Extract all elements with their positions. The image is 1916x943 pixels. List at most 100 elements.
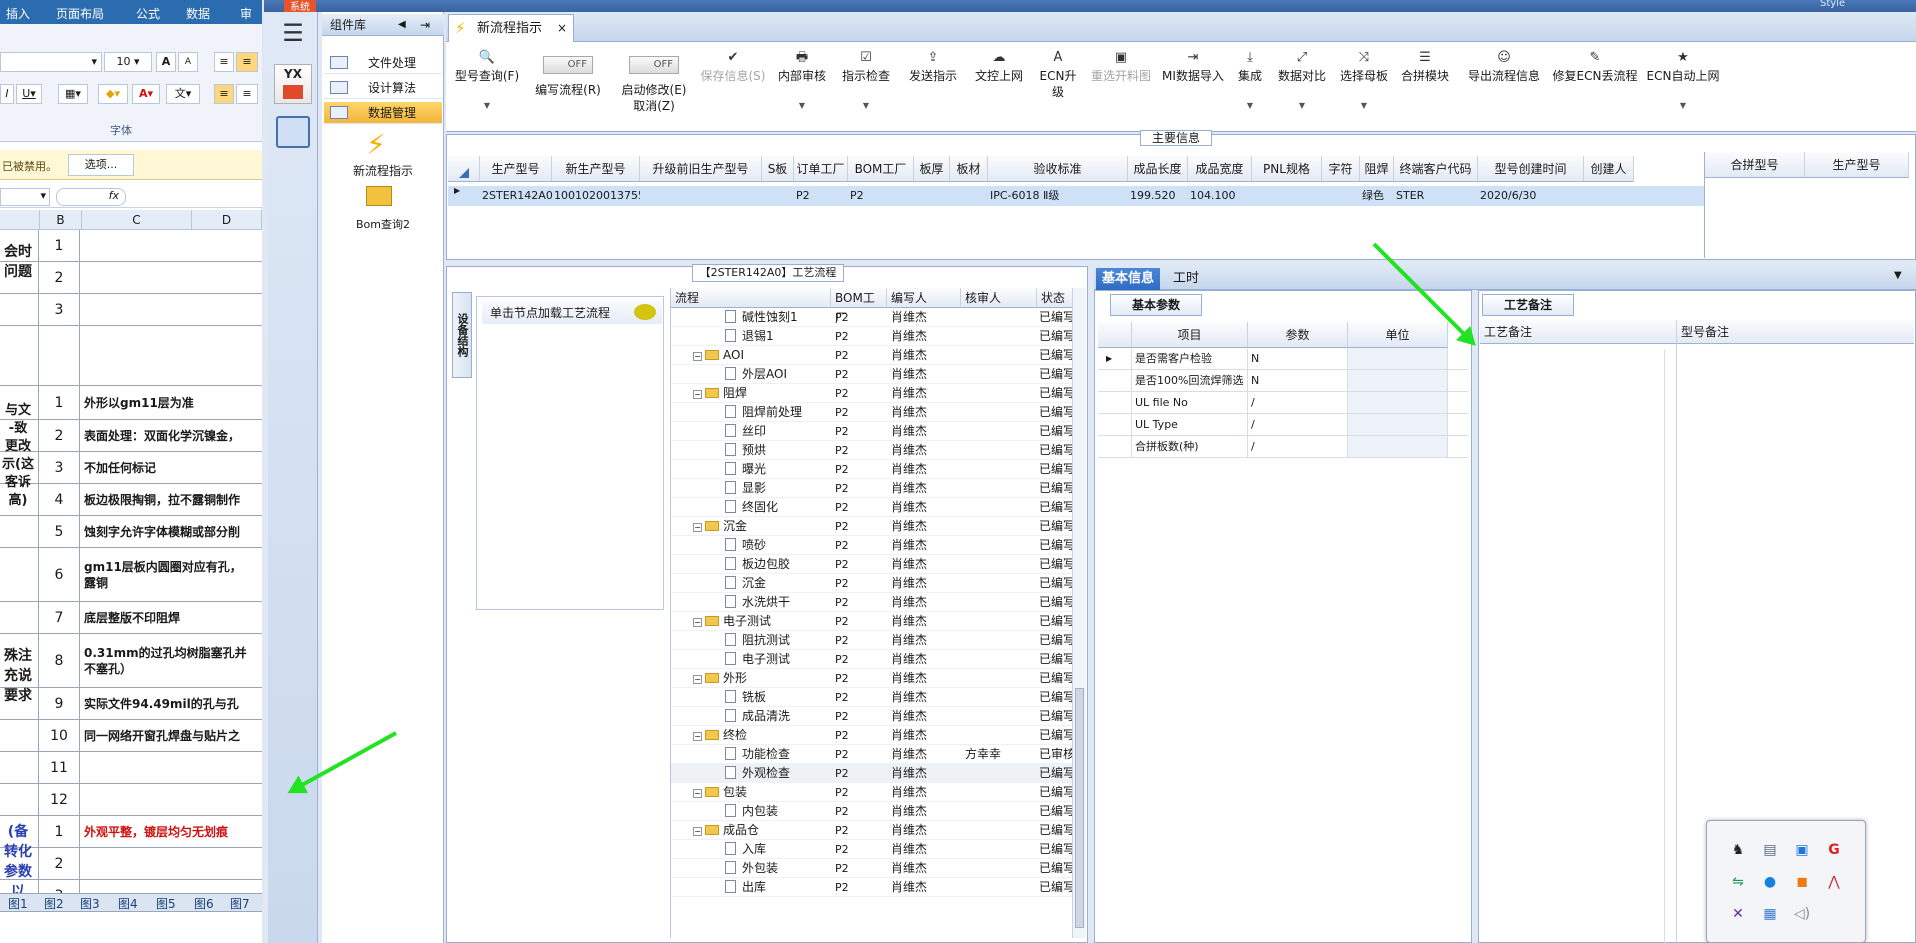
tab-basic-info[interactable]: 基本信息 — [1096, 268, 1160, 290]
toolbar-button[interactable]: ☰ 合拼模块 — [1396, 46, 1454, 132]
tree-node[interactable]: 出库 — [671, 878, 831, 897]
tree-node[interactable]: 丝印 — [671, 422, 831, 441]
toolbar-button[interactable]: ☑ 指示检查 ▼ — [834, 46, 898, 132]
cell-text[interactable]: 实际文件94.49mil的孔与孔 — [84, 688, 262, 719]
basic-param-row[interactable]: 合拼板数(种) / — [1098, 436, 1468, 458]
tab-hours[interactable]: 工时 — [1166, 268, 1206, 290]
param-unit[interactable] — [1348, 414, 1448, 435]
chevron-down-icon[interactable]: ▼ — [1894, 270, 1902, 281]
subtab-basic-params[interactable]: 基本参数 — [1110, 294, 1202, 316]
font-name-select[interactable]: ▾ — [0, 52, 102, 72]
tree-row[interactable]: 内包装 P2 肖维杰 已编写 — [671, 802, 1072, 821]
toolbar-button[interactable]: A ECN升级 — [1034, 46, 1082, 132]
tree-header-flow[interactable]: 流程 — [671, 288, 831, 308]
toolbar-button[interactable]: ⤓ 集成 ▼ — [1232, 46, 1268, 132]
component-file-processing[interactable]: 文件处理 — [324, 52, 442, 74]
cell-text[interactable] — [84, 784, 262, 815]
header-unit[interactable]: 单位 — [1348, 322, 1448, 348]
grid-cell[interactable] — [952, 186, 988, 206]
tree-node[interactable]: 显影 — [671, 479, 831, 498]
cell-text[interactable] — [84, 262, 262, 293]
grid-cell[interactable] — [642, 186, 762, 206]
excel-row[interactable]: 12 — [0, 784, 262, 816]
grid-header[interactable]: 成品长度 — [1128, 156, 1188, 182]
cell-text[interactable]: 外观平整，镀层均匀无划痕 — [84, 816, 262, 847]
tree-node[interactable]: 退锡1 — [671, 327, 831, 346]
grid-header[interactable]: 生产型号 — [480, 156, 552, 182]
param-value[interactable]: N — [1248, 348, 1348, 369]
toolbar-button[interactable]: ▣ 重选开料图 — [1086, 46, 1156, 132]
production-model-header[interactable]: 生产型号 — [1805, 152, 1909, 178]
cell-text[interactable]: 0.31mm的过孔均树脂塞孔并 不塞孔） — [84, 634, 262, 687]
cell-text[interactable] — [84, 294, 262, 325]
sheet-tab[interactable]: 图1 — [8, 895, 28, 912]
tree-row[interactable]: 终固化 P2 肖维杰 已编写 — [671, 498, 1072, 517]
tree-row[interactable]: 显影 P2 肖维杰 已编写 — [671, 479, 1072, 498]
grid-header[interactable]: 订单工厂 — [794, 156, 848, 182]
underline-button[interactable]: U▾ — [16, 84, 42, 104]
vertical-tab-equipment[interactable]: 设备结构 — [452, 292, 472, 378]
chevron-down-icon[interactable]: ▼ — [772, 98, 832, 114]
sheet-tab[interactable]: 图4 — [118, 895, 138, 912]
basic-param-row[interactable]: UL Type / — [1098, 414, 1468, 436]
grid-cell[interactable]: P2 — [850, 186, 914, 206]
toggle-switch[interactable]: OFF — [629, 56, 679, 74]
align-middle-button[interactable]: ≡ — [236, 52, 258, 72]
grid-cell[interactable] — [1324, 186, 1360, 206]
tree-node[interactable]: 成品清洗 — [671, 707, 831, 726]
tree-node[interactable]: 内包装 — [671, 802, 831, 821]
tree-header-status[interactable]: 状态 — [1037, 288, 1072, 308]
param-value[interactable]: / — [1248, 436, 1348, 457]
tree-row[interactable]: 退锡1 P2 肖维杰 已编写 — [671, 327, 1072, 346]
cell-text[interactable]: 底层整版不印阻焊 — [84, 602, 262, 633]
excel-row[interactable]: 2 表面处理：双面化学沉镍金， — [0, 420, 262, 452]
tree-header-bom-factory[interactable]: BOM工厂 — [831, 288, 887, 325]
grid-cell[interactable]: 10010200137554 — [554, 186, 640, 206]
tree-node[interactable]: 碱性蚀刻1 — [671, 308, 831, 327]
toolbar-button[interactable]: ★ ECN自动上网 ▼ — [1644, 46, 1722, 132]
collapse-left-icon[interactable]: ◀ — [398, 14, 406, 36]
tab-new-flow[interactable]: ⚡ 新流程指示 × — [448, 14, 574, 42]
app-icon-h[interactable]: ⋀ — [1825, 873, 1843, 891]
yx-logo-icon[interactable]: YX — [274, 64, 312, 104]
toolbar-button[interactable]: ✔ 保存信息(S) — [694, 46, 772, 132]
tree-node[interactable]: 喷砂 — [671, 536, 831, 555]
chevron-down-icon[interactable]: ▼ — [1232, 98, 1268, 114]
tree-row[interactable]: 碱性蚀刻1 P2 肖维杰 已编写 — [671, 308, 1072, 327]
column-header-d[interactable]: D — [192, 210, 262, 230]
tree-row[interactable]: 丝印 P2 肖维杰 已编写 — [671, 422, 1072, 441]
excel-row[interactable]: 9 实际文件94.49mil的孔与孔 — [0, 688, 262, 720]
cell-text[interactable] — [84, 326, 262, 385]
tree-node[interactable]: 外观检查 — [671, 764, 831, 783]
tree-row[interactable]: 外观检查 P2 肖维杰 已编写 — [671, 764, 1072, 783]
basic-param-row[interactable]: UL file No / — [1098, 392, 1468, 414]
tree-row[interactable]: 成品清洗 P2 肖维杰 已编写 — [671, 707, 1072, 726]
tree-row[interactable]: − 电子测试 P2 肖维杰 已编写 — [671, 612, 1072, 631]
tree-header-reviewer[interactable]: 核审人 — [961, 288, 1037, 308]
grid-header[interactable]: 验收标准 — [988, 156, 1128, 182]
toolbar-button[interactable]: OFF 启动修改(E) 取消(Z) — [614, 46, 694, 132]
toolbar-button[interactable]: ⇥ MI数据导入 — [1160, 46, 1226, 132]
grid-cell[interactable]: P2 — [796, 186, 848, 206]
collapse-icon[interactable]: − — [693, 618, 702, 627]
align-top-button[interactable]: ≡ — [214, 52, 234, 72]
notes-scrollbar[interactable] — [1664, 350, 1672, 943]
tree-node[interactable]: − 沉金 — [671, 517, 831, 536]
lightning-icon[interactable]: ⚡ — [362, 130, 390, 160]
font-size-select[interactable]: 10 ▾ — [104, 52, 152, 72]
tree-node[interactable]: 预烘 — [671, 441, 831, 460]
tree-row[interactable]: 沉金 P2 肖维杰 已编写 — [671, 574, 1072, 593]
param-value[interactable]: N — [1248, 370, 1348, 391]
phonetic-button[interactable]: 文▾ — [166, 84, 200, 104]
align-center-button[interactable]: ≡ — [236, 84, 258, 104]
grid-header[interactable]: 终端客户代码 — [1394, 156, 1478, 182]
app-icon-b[interactable]: ▤ — [1761, 841, 1779, 859]
tree-row[interactable]: 电子测试 P2 肖维杰 已编写 — [671, 650, 1072, 669]
sheet-tab[interactable]: 图3 — [80, 895, 100, 912]
options-button[interactable]: 选项... — [68, 154, 134, 176]
excel-row[interactable]: 1 外形以gm11层为准 — [0, 386, 262, 420]
new-flow-shortcut[interactable]: 新流程指示 — [340, 162, 426, 179]
app-icon-a[interactable]: ♞ — [1729, 841, 1747, 859]
sheet-tab[interactable]: 图6 — [194, 895, 214, 912]
grid-header[interactable]: 成品宽度 — [1188, 156, 1252, 182]
